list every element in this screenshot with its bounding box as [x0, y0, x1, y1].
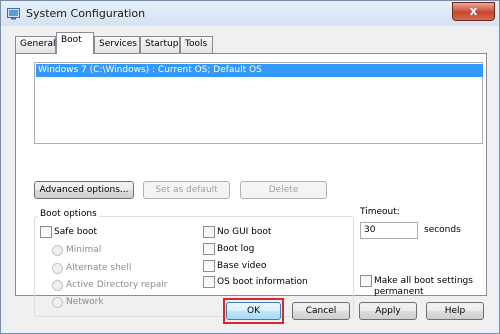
close-icon: x: [469, 4, 478, 18]
radio-icon: [52, 280, 63, 291]
tab-general[interactable]: General: [15, 36, 56, 53]
checkbox-icon: [203, 226, 215, 238]
alternate-shell-label: Alternate shell: [66, 263, 132, 273]
dialog-client-area: General Boot Services Startup Tools Wind…: [7, 26, 493, 329]
boot-log-checkbox[interactable]: Boot log: [203, 243, 283, 255]
safe-boot-checkbox[interactable]: Safe boot: [40, 226, 120, 238]
title-bar[interactable]: System Configuration x: [1, 1, 499, 26]
timeout-label: Timeout:: [360, 207, 400, 217]
radio-icon: [52, 263, 63, 274]
radio-icon: [52, 245, 63, 256]
minimal-label: Minimal: [66, 245, 102, 255]
no-gui-boot-checkbox[interactable]: No GUI boot: [203, 226, 283, 238]
advanced-options-button[interactable]: Advanced options...: [34, 181, 134, 199]
network-label: Network: [66, 297, 104, 307]
boot-options-label: Boot options: [38, 209, 99, 219]
checkbox-icon: [203, 243, 215, 255]
network-radio[interactable]: Network: [52, 296, 122, 308]
make-permanent-checkbox[interactable]: Make all boot settings permanent: [360, 275, 473, 299]
ok-button[interactable]: OK: [226, 302, 281, 320]
safe-boot-label: Safe boot: [54, 227, 98, 237]
alternate-shell-radio[interactable]: Alternate shell: [52, 262, 142, 274]
tab-boot[interactable]: Boot: [56, 32, 94, 54]
minimal-radio[interactable]: Minimal: [52, 244, 132, 256]
checkbox-icon: [360, 275, 372, 287]
make-permanent-label-line2: permanent: [374, 287, 424, 297]
msconfig-icon: [7, 8, 20, 20]
checkbox-icon: [40, 226, 52, 238]
help-button[interactable]: Help: [426, 302, 484, 320]
no-gui-boot-label: No GUI boot: [217, 227, 272, 237]
boot-log-label: Boot log: [217, 244, 255, 254]
tab-services[interactable]: Services: [94, 36, 140, 53]
window-title: System Configuration: [26, 7, 146, 20]
checkbox-icon: [203, 276, 215, 288]
radio-icon: [52, 297, 63, 308]
tab-startup[interactable]: Startup: [140, 36, 180, 53]
base-video-label: Base video: [217, 261, 267, 271]
system-configuration-window: System Configuration x General Boot Serv…: [0, 0, 500, 334]
tab-tools[interactable]: Tools: [180, 36, 213, 53]
os-boot-information-checkbox[interactable]: OS boot information: [203, 276, 313, 288]
timeout-unit: seconds: [424, 225, 461, 235]
timeout-input[interactable]: 30: [360, 222, 418, 239]
active-directory-repair-radio[interactable]: Active Directory repair: [52, 279, 172, 291]
checkbox-icon: [203, 260, 215, 272]
os-boot-information-label: OS boot information: [217, 277, 308, 287]
delete-button[interactable]: Delete: [240, 181, 327, 199]
cancel-button[interactable]: Cancel: [292, 302, 350, 320]
set-as-default-button[interactable]: Set as default: [143, 181, 230, 199]
os-list[interactable]: Windows 7 (C:\Windows) : Current OS; Def…: [34, 62, 483, 144]
apply-button[interactable]: Apply: [359, 302, 417, 320]
active-directory-repair-label: Active Directory repair: [66, 280, 168, 290]
close-button[interactable]: x: [452, 2, 495, 21]
os-list-item[interactable]: Windows 7 (C:\Windows) : Current OS; Def…: [36, 64, 483, 77]
boot-tab-panel: Windows 7 (C:\Windows) : Current OS; Def…: [15, 53, 487, 317]
base-video-checkbox[interactable]: Base video: [203, 260, 283, 272]
